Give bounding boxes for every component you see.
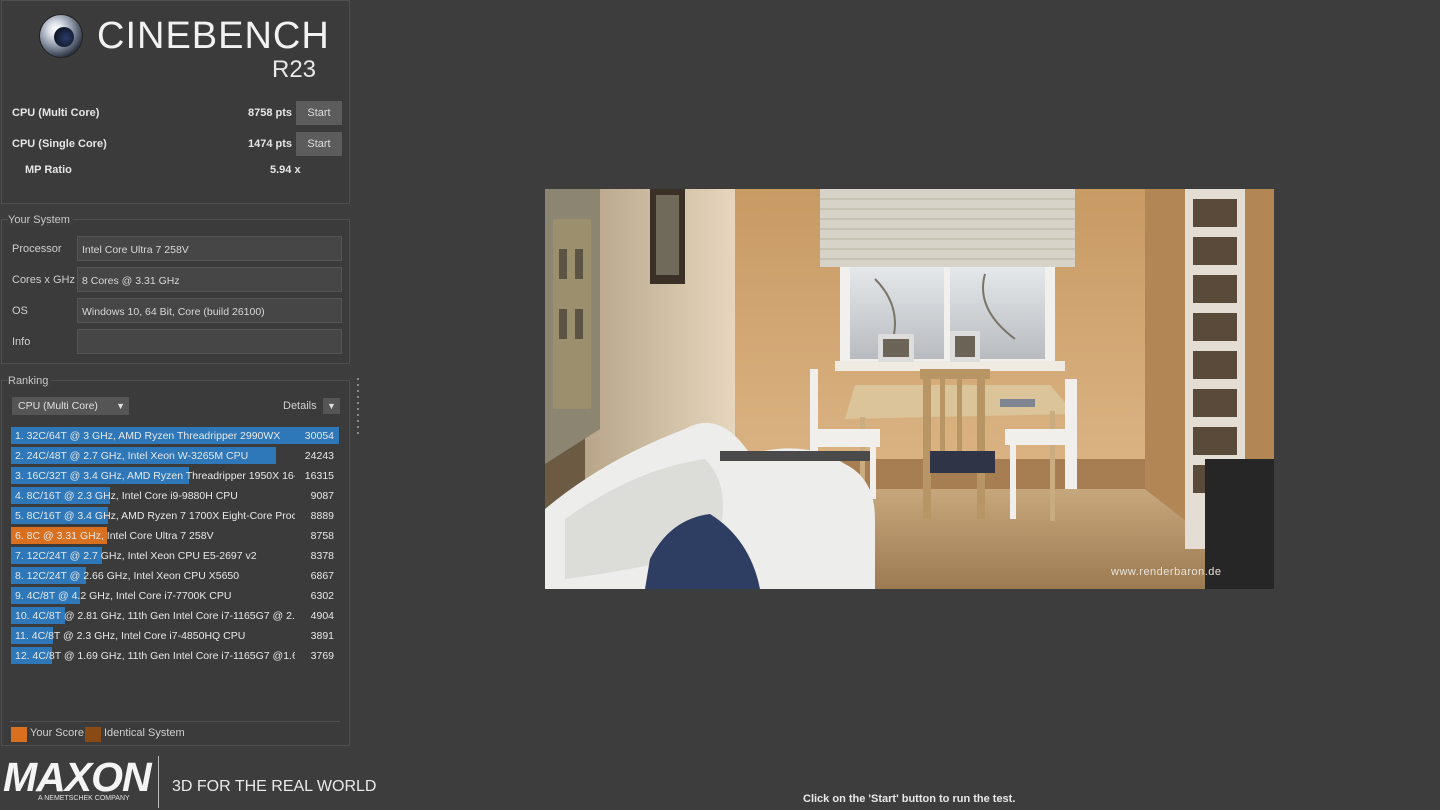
maxon-subtitle: A NEMETSCHEK COMPANY [38, 795, 130, 802]
ranking-row[interactable]: 1. 32C/64T @ 3 GHz, AMD Ryzen Threadripp… [11, 426, 339, 446]
panel-resize-handle[interactable] [357, 378, 359, 436]
ranking-row-score: 3891 [310, 630, 334, 642]
ranking-row-label: 8. 12C/24T @ 2.66 GHz, Intel Xeon CPU X5… [15, 570, 240, 582]
ranking-row[interactable]: 10. 4C/8T @ 2.81 GHz, 11th Gen Intel Cor… [11, 606, 339, 626]
cinebench-logo-icon [40, 15, 82, 57]
ranking-row[interactable]: 6. 8C @ 3.31 GHz, Intel Core Ultra 7 258… [11, 526, 339, 546]
info-row: Info [12, 329, 342, 354]
ranking-row-label: 9. 4C/8T @ 4.2 GHz, Intel Core i7-7700K … [15, 590, 232, 602]
ranking-row-label: 5. 8C/16T @ 3.4 GHz, AMD Ryzen 7 1700X E… [15, 510, 295, 522]
render-preview-image: www.renderbaron.de [545, 189, 1274, 589]
details-toggle-button[interactable]: ▼ [323, 398, 340, 414]
ranking-row-score: 9087 [310, 490, 334, 502]
ranking-row[interactable]: 12. 4C/8T @ 1.69 GHz, 11th Gen Intel Cor… [11, 646, 339, 666]
your-system-title: Your System [8, 214, 73, 226]
processor-row: Processor Intel Core Ultra 7 258V [12, 236, 342, 261]
ranking-row-score: 3769 [310, 650, 334, 662]
details-label: Details [283, 400, 317, 412]
ranking-row-label: 11. 4C/8T @ 2.3 GHz, Intel Core i7-4850H… [15, 630, 246, 642]
identical-system-legend: Identical System [104, 727, 185, 739]
cores-label: Cores x GHz [12, 274, 75, 286]
single-core-label: CPU (Single Core) [12, 138, 107, 150]
ranking-list: 1. 32C/64T @ 3 GHz, AMD Ryzen Threadripp… [11, 426, 339, 666]
multi-core-start-button[interactable]: Start [296, 101, 342, 125]
benchmark-panel: CINEBENCH R23 CPU (Multi Core) 8758 pts … [1, 0, 350, 204]
ranking-row-score: 8758 [310, 530, 334, 542]
single-core-score: 1474 pts [247, 138, 292, 150]
single-core-row: CPU (Single Core) 1474 pts Start [12, 132, 342, 156]
render-scene [545, 189, 1274, 589]
ranking-row-score: 6867 [310, 570, 334, 582]
ranking-row-score: 16315 [304, 470, 334, 482]
multi-core-score: 8758 pts [247, 107, 292, 119]
ranking-row-score: 4904 [310, 610, 334, 622]
footer-divider [158, 756, 159, 808]
ranking-row-label: 12. 4C/8T @ 1.69 GHz, 11th Gen Intel Cor… [15, 650, 295, 662]
ranking-row[interactable]: 8. 12C/24T @ 2.66 GHz, Intel Xeon CPU X5… [11, 566, 339, 586]
ranking-row-label: 6. 8C @ 3.31 GHz, Intel Core Ultra 7 258… [15, 530, 214, 542]
ranking-row[interactable]: 2. 24C/48T @ 2.7 GHz, Intel Xeon W-3265M… [11, 446, 339, 466]
ranking-row-label: 7. 12C/24T @ 2.7 GHz, Intel Xeon CPU E5-… [15, 550, 257, 562]
cores-row: Cores x GHz 8 Cores @ 3.31 GHz [12, 267, 342, 292]
ranking-row[interactable]: 7. 12C/24T @ 2.7 GHz, Intel Xeon CPU E5-… [11, 546, 339, 566]
processor-label: Processor [12, 243, 62, 255]
ranking-row-score: 6302 [310, 590, 334, 602]
app-title: CINEBENCH [97, 15, 330, 57]
ranking-row-score: 24243 [304, 450, 334, 462]
os-label: OS [12, 305, 28, 317]
os-row: OS Windows 10, 64 Bit, Core (build 26100… [12, 298, 342, 323]
identical-system-swatch [85, 727, 101, 742]
app-version: R23 [272, 56, 317, 83]
render-watermark: www.renderbaron.de [1111, 566, 1222, 578]
info-label: Info [12, 336, 31, 348]
status-message: Click on the 'Start' button to run the t… [803, 793, 1016, 805]
ranking-title: Ranking [8, 375, 52, 387]
chevron-down-icon: ▼ [116, 401, 125, 411]
cores-field: 8 Cores @ 3.31 GHz [77, 267, 342, 292]
ranking-row-label: 10. 4C/8T @ 2.81 GHz, 11th Gen Intel Cor… [15, 610, 295, 622]
os-field: Windows 10, 64 Bit, Core (build 26100) [77, 298, 342, 323]
single-core-start-button[interactable]: Start [296, 132, 342, 156]
ranking-row-label: 3. 16C/32T @ 3.4 GHz, AMD Ryzen Threadri… [15, 470, 295, 482]
multi-core-label: CPU (Multi Core) [12, 107, 100, 119]
your-score-swatch [11, 727, 27, 742]
ranking-row-label: 1. 32C/64T @ 3 GHz, AMD Ryzen Threadripp… [15, 430, 281, 442]
info-field[interactable] [77, 329, 342, 354]
maxon-logo: MAXON [3, 754, 152, 800]
mp-ratio-value: 5.94 x [270, 164, 301, 176]
tagline: 3D FOR THE REAL WORLD [172, 778, 377, 795]
chevron-down-icon: ▼ [327, 401, 336, 411]
ranking-row[interactable]: 4. 8C/16T @ 2.3 GHz, Intel Core i9-9880H… [11, 486, 339, 506]
mp-ratio-label: MP Ratio [25, 164, 72, 176]
ranking-row-score: 8889 [310, 510, 334, 522]
your-system-panel: Processor Intel Core Ultra 7 258V Cores … [1, 219, 350, 364]
ranking-row[interactable]: 9. 4C/8T @ 4.2 GHz, Intel Core i7-7700K … [11, 586, 339, 606]
ranking-row[interactable]: 5. 8C/16T @ 3.4 GHz, AMD Ryzen 7 1700X E… [11, 506, 339, 526]
ranking-row-score: 8378 [310, 550, 334, 562]
ranking-row[interactable]: 11. 4C/8T @ 2.3 GHz, Intel Core i7-4850H… [11, 626, 339, 646]
ranking-test-select[interactable]: CPU (Multi Core) ▼ [12, 397, 129, 415]
multi-core-row: CPU (Multi Core) 8758 pts Start [12, 101, 342, 125]
ranking-row-label: 2. 24C/48T @ 2.7 GHz, Intel Xeon W-3265M… [15, 450, 249, 462]
your-score-legend: Your Score [30, 727, 85, 739]
ranking-test-select-value: CPU (Multi Core) [18, 400, 98, 412]
ranking-row-score: 30054 [304, 430, 334, 442]
legend-divider [10, 721, 340, 722]
processor-field: Intel Core Ultra 7 258V [77, 236, 342, 261]
ranking-row[interactable]: 3. 16C/32T @ 3.4 GHz, AMD Ryzen Threadri… [11, 466, 339, 486]
ranking-row-label: 4. 8C/16T @ 2.3 GHz, Intel Core i9-9880H… [15, 490, 238, 502]
